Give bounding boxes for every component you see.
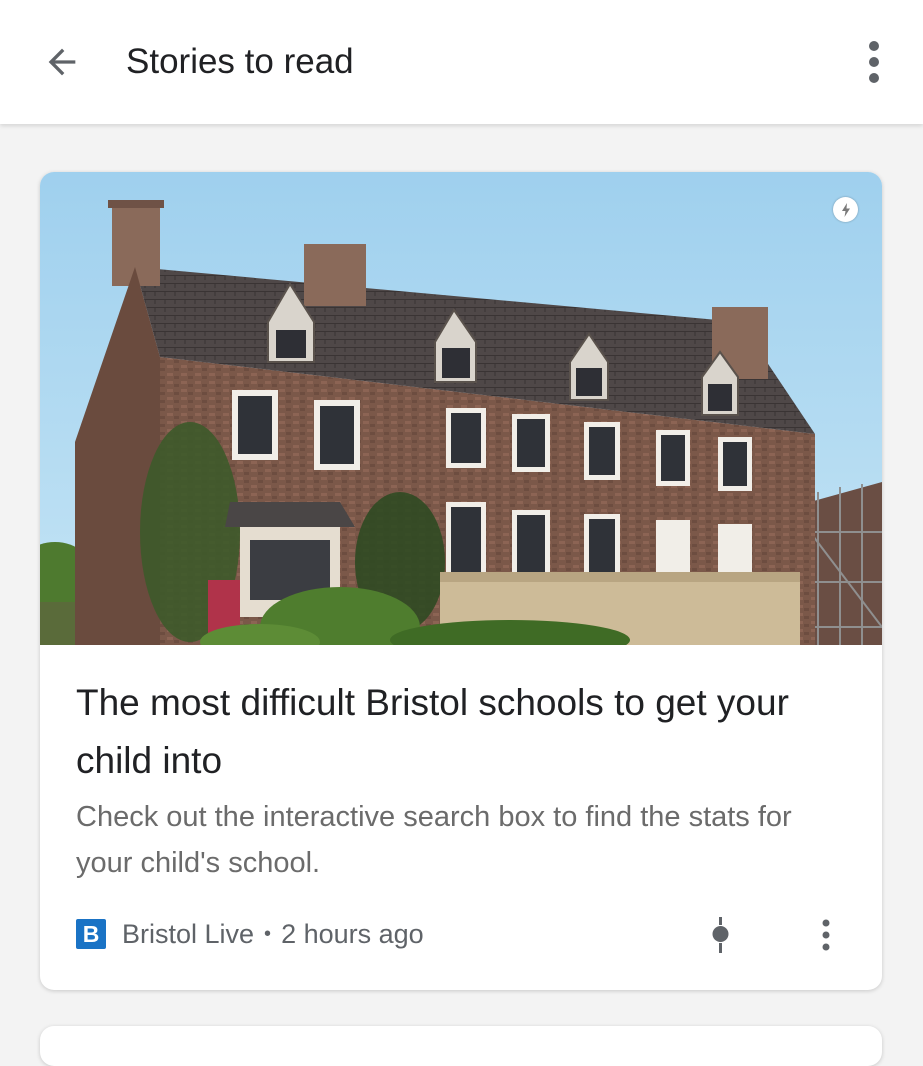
arrow-back-icon [48,48,76,76]
tune-icon [712,917,729,953]
app-bar: Stories to read [0,0,923,124]
amp-lightning-badge [833,197,858,222]
back-button[interactable] [34,36,90,88]
story-snippet: Check out the interactive search box to … [76,801,792,879]
tune-button[interactable] [700,910,740,960]
more-vert-icon [822,919,830,951]
publisher-name: Bristol Live [122,918,255,949]
page-title: Stories to read [126,42,354,81]
building-photo [40,172,882,645]
meta-separator: • [264,922,272,945]
publisher-logo: B [76,919,106,949]
story-menu-button[interactable] [806,910,846,960]
story-timestamp: 2 hours ago [281,918,424,949]
overflow-menu-button[interactable] [846,36,902,88]
story-meta: B Bristol Live • 2 hours ago [76,916,424,952]
story-image[interactable] [40,172,882,645]
story-headline[interactable]: The most difficult Bristol schools to ge… [76,674,836,790]
next-story-card[interactable] [40,1026,882,1066]
more-vert-icon [869,41,879,83]
amp-lightning-icon [841,202,850,217]
story-card[interactable]: The most difficult Bristol schools to ge… [40,172,882,990]
